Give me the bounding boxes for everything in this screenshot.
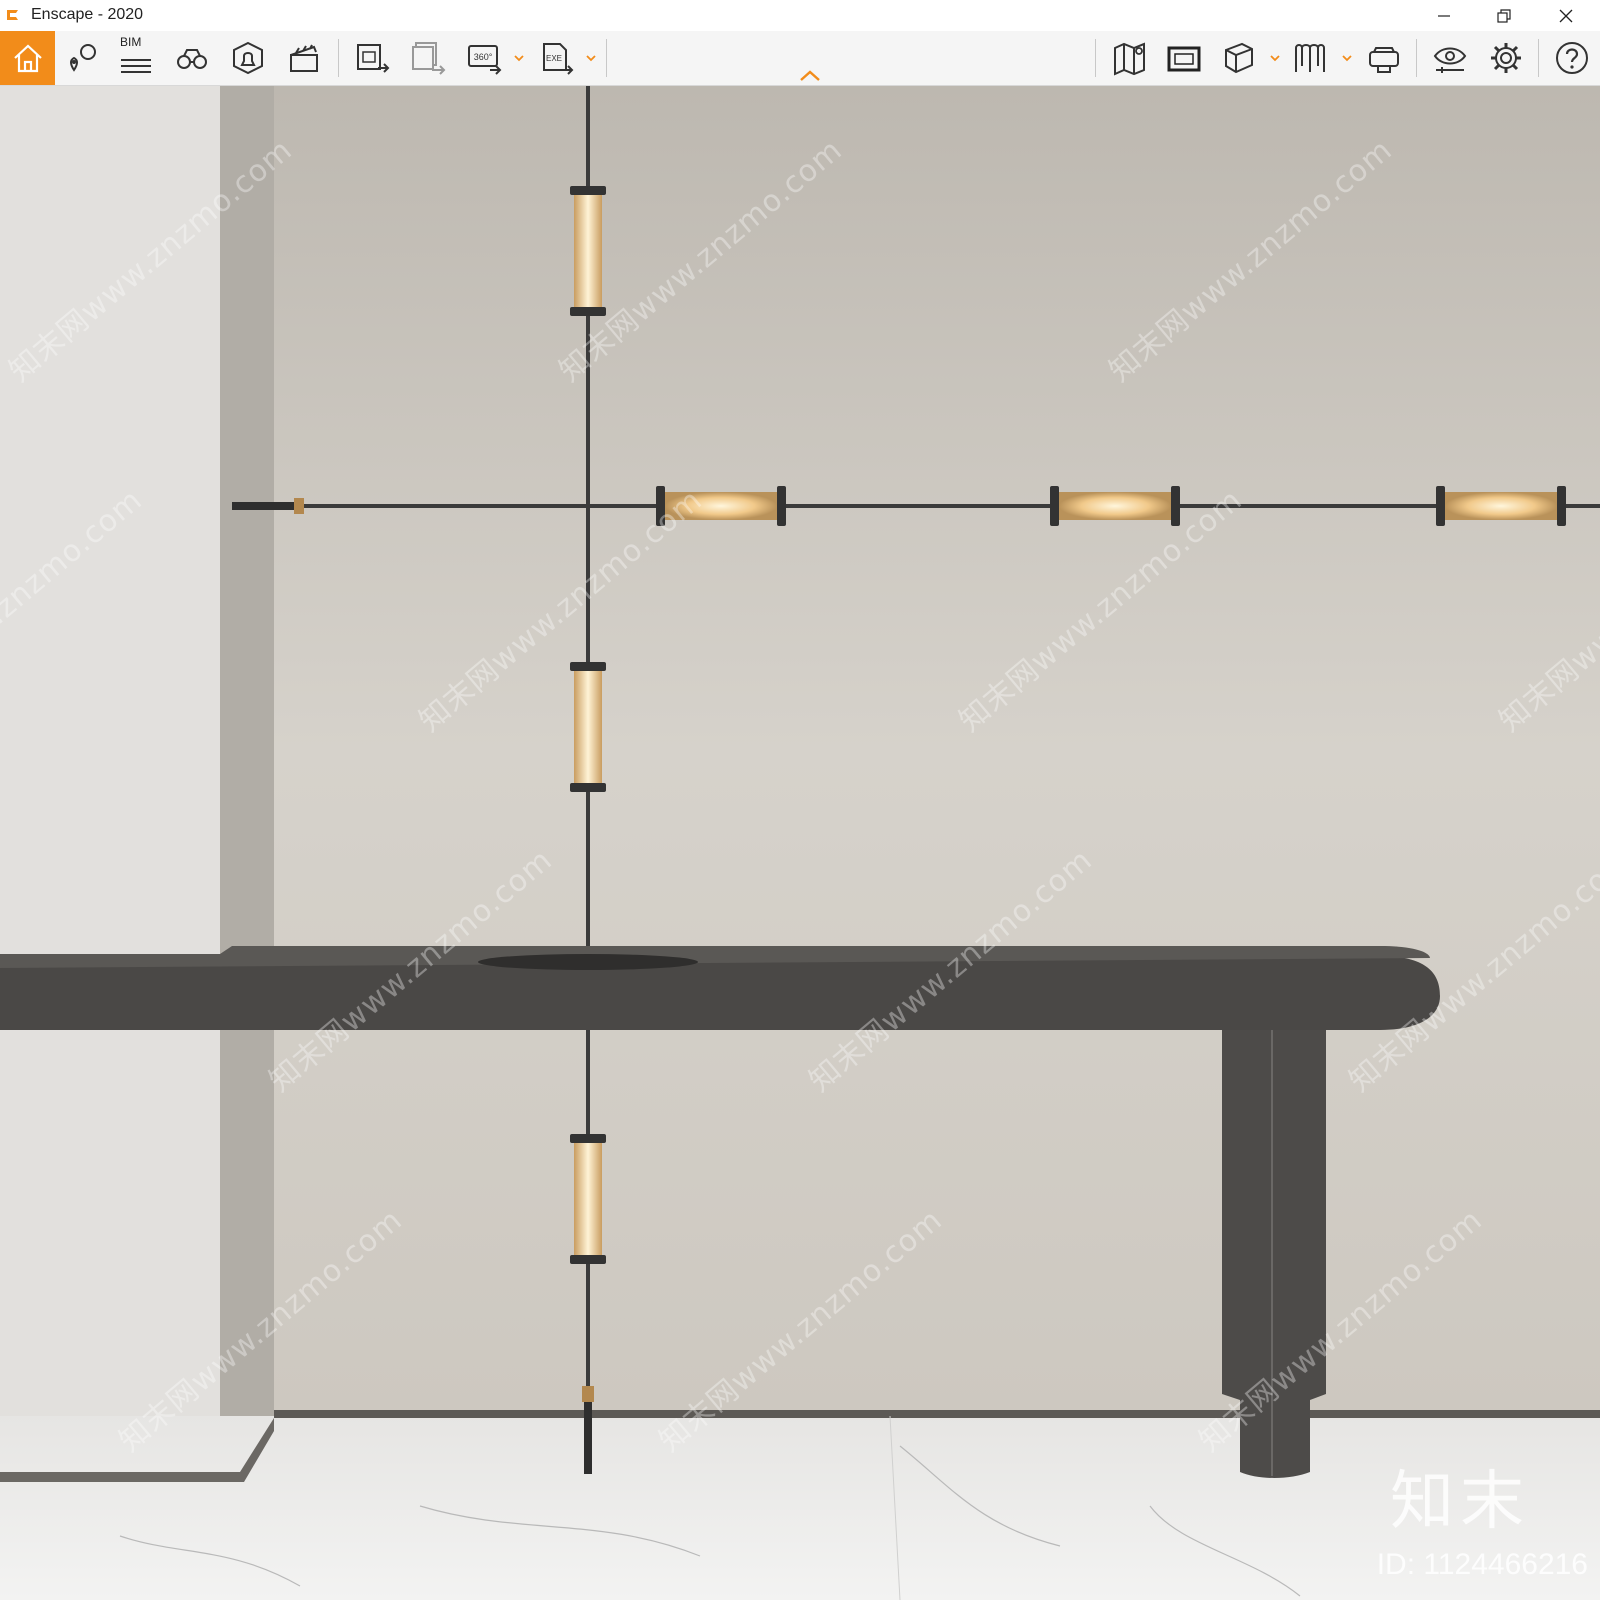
batch-render-icon (412, 42, 446, 75)
bell-icon (233, 41, 263, 75)
settings-button[interactable] (1480, 31, 1532, 85)
help-button[interactable] (1546, 31, 1598, 85)
eye-icon (1433, 47, 1467, 73)
panorama-button[interactable]: 360° (458, 31, 510, 85)
toolbar-separator (1538, 39, 1539, 77)
column-shadow (220, 86, 274, 1486)
panorama-360-icon: 360° (468, 45, 502, 75)
restore-button[interactable] (1474, 0, 1534, 31)
scene-render (0, 86, 1600, 1600)
vertical-lamp (570, 186, 606, 316)
toolbar-separator (338, 39, 339, 77)
window-title: Enscape - 2020 (31, 6, 144, 23)
views-button[interactable] (56, 31, 108, 85)
map-button[interactable] (1104, 31, 1156, 85)
chevron-down-icon[interactable] (1340, 51, 1354, 65)
close-button[interactable] (1536, 0, 1596, 31)
panorama-label: 360° (474, 52, 493, 62)
home-icon (13, 44, 42, 73)
asset-library-button[interactable] (1158, 31, 1210, 85)
minimize-icon (1438, 14, 1450, 17)
binoculars-icon (177, 49, 207, 69)
brand-watermark: 知末 (1390, 1465, 1530, 1539)
location-pin-icon (70, 44, 96, 72)
enscape-logo-icon (7, 10, 18, 20)
help-icon (1556, 42, 1588, 74)
bim-button[interactable]: BIM (110, 31, 162, 85)
cube-icon (1225, 42, 1253, 74)
exe-export-icon: EXE (543, 43, 574, 75)
visual-settings-button[interactable] (1424, 31, 1476, 85)
screenshot-export-icon (357, 44, 390, 73)
image-id-label: ID: 1124466216 (1376, 1548, 1588, 1581)
clapperboard-icon (290, 44, 318, 72)
chevron-down-icon[interactable] (1268, 51, 1282, 65)
asset-library-icon (1167, 46, 1201, 72)
toolbar-separator (1416, 39, 1417, 77)
home-button[interactable] (0, 31, 55, 85)
title-bar: Enscape - 2020 (0, 0, 1600, 31)
views-manager-button[interactable] (1284, 31, 1336, 85)
vr-headset-button[interactable] (1358, 31, 1410, 85)
horizontal-lamp (1050, 486, 1180, 526)
chevron-down-icon[interactable] (584, 51, 598, 65)
chevron-up-icon[interactable] (798, 68, 822, 82)
brass-ring (294, 498, 304, 514)
marble-floor (0, 1416, 1600, 1600)
screenshot-export-button[interactable] (346, 31, 398, 85)
skirting (274, 1410, 1600, 1418)
render-viewport[interactable]: 知末网www.znzmo.com 知末网www.znzmo.com 知末网www… (0, 86, 1600, 1600)
minimize-button[interactable] (1414, 0, 1474, 31)
vertical-lamp (570, 1134, 606, 1264)
map-icon (1114, 42, 1145, 76)
restore-icon (1497, 8, 1511, 23)
close-icon (1559, 9, 1573, 22)
vertical-lamp (570, 662, 606, 792)
chevron-down-icon[interactable] (512, 51, 526, 65)
gear-icon (1491, 43, 1521, 73)
exe-export-button[interactable]: EXE (530, 31, 582, 85)
bookmark-icon (1295, 44, 1325, 72)
toolbar-separator (1095, 39, 1096, 77)
horizontal-lamp (1436, 486, 1566, 526)
bim-label: BIM (120, 35, 142, 49)
alert-button[interactable] (222, 31, 274, 85)
sink-basin (478, 954, 698, 970)
walk-mode-button[interactable] (166, 31, 218, 85)
exe-label: EXE (546, 54, 562, 63)
vr-headset-icon (1369, 47, 1399, 73)
toolbar-separator (606, 39, 607, 77)
table-top (0, 956, 1440, 1030)
batch-render-button[interactable] (402, 31, 454, 85)
materials-button[interactable] (1212, 31, 1264, 85)
video-editor-button[interactable] (278, 31, 330, 85)
